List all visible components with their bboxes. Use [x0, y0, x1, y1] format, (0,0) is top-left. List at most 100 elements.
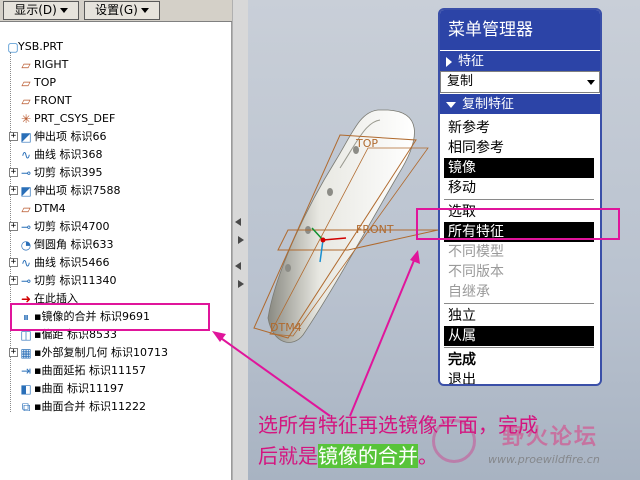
- section-feature-label: 特征: [458, 54, 485, 69]
- collapse-left-icon[interactable]: [235, 262, 241, 270]
- tree-item[interactable]: ▱ TOP: [4, 74, 228, 92]
- tree-item[interactable]: ▱ DTM4: [4, 200, 228, 218]
- cut-icon: ⊸: [20, 166, 32, 180]
- datum-dtm4-label: DTM4: [270, 321, 302, 334]
- expand-right-icon[interactable]: [238, 280, 244, 288]
- surface-icon: ◧: [20, 382, 32, 396]
- round-icon: ◔: [20, 238, 32, 252]
- tree-item[interactable]: ◧ ▪曲面 标识11197: [4, 380, 228, 398]
- tree-item[interactable]: + ⊸ 切剪 标识11340: [4, 272, 228, 290]
- collapse-left-icon[interactable]: [235, 218, 241, 226]
- menu-manager: 菜单管理器 特征 复制 复制特征 新参考 相同参考 镜像 移动 选取 所有特征 不同模型 不同…: [438, 8, 602, 386]
- expand-icon[interactable]: +: [9, 276, 18, 285]
- expand-icon[interactable]: +: [9, 132, 18, 141]
- tree-item[interactable]: ✳ PRT_CSYS_DEF: [4, 110, 228, 128]
- chevron-down-icon: [140, 8, 149, 13]
- triangle-down-icon: [446, 101, 456, 108]
- expand-icon[interactable]: +: [9, 168, 18, 177]
- tree-item-label: 倒圆角 标识633: [34, 238, 114, 251]
- tree-item-label: 切剪 标识4700: [34, 220, 110, 233]
- tree-item-label: 切剪 标识11340: [34, 274, 117, 287]
- menu-item[interactable]: 移动: [444, 178, 594, 198]
- menu-separator: [444, 347, 594, 348]
- tree-item-label: RIGHT: [34, 58, 69, 71]
- tree-item[interactable]: + ◩ 伸出项 标识66: [4, 128, 228, 146]
- section-feature-header[interactable]: 特征: [440, 50, 600, 71]
- menu-item: 自继承: [448, 284, 490, 300]
- expand-icon[interactable]: +: [9, 222, 18, 231]
- annotation-line-1: 选所有特征再选镜像平面，完成: [258, 413, 538, 437]
- tree-item[interactable]: ⧉ ▪曲面合并 标识11222: [4, 398, 228, 416]
- curve-icon: ∿: [20, 148, 32, 162]
- tree-item-label: ▪曲面延拓 标识11157: [34, 364, 146, 377]
- extend-icon: ⇥: [20, 364, 32, 378]
- tree-toolbar: 显示(D) 设置(G): [0, 0, 232, 22]
- csys-icon: ✳: [20, 112, 32, 126]
- annotation-suffix: 。: [418, 444, 438, 468]
- datum-plane-icon: ▱: [21, 202, 31, 216]
- menu-item[interactable]: 新参考: [444, 118, 594, 138]
- expand-icon[interactable]: +: [9, 186, 18, 195]
- menu-manager-title: 菜单管理器: [440, 10, 600, 50]
- tree-item[interactable]: + ∿ 曲线 标识5466: [4, 254, 228, 272]
- chevron-down-icon: [59, 8, 68, 13]
- tree-item-label: ▪外部复制几何 标识10713: [34, 346, 168, 359]
- menu-item[interactable]: 相同参考: [444, 138, 594, 158]
- menu-item: 不同版本: [448, 264, 504, 280]
- display-menu-button[interactable]: 显示(D): [3, 1, 79, 20]
- part-hole: [285, 264, 291, 272]
- model-tree-panel: 显示(D) 设置(G) ▢ YSB.PRT ▱ RIGHT ▱ TOP ▱ FRONT ✳ P…: [0, 0, 232, 480]
- menu-separator: [444, 303, 594, 304]
- tree-item[interactable]: + ⊸ 切剪 标识4700: [4, 218, 228, 236]
- tree-item-label: ▪曲面 标识11197: [34, 382, 124, 395]
- expand-right-icon[interactable]: [238, 236, 244, 244]
- datum-front-label: FRONT: [356, 223, 394, 236]
- section-copy-feature-header[interactable]: 复制特征: [440, 93, 600, 114]
- all-features-highlight-box: [416, 208, 620, 240]
- menu-item[interactable]: 独立: [444, 306, 594, 326]
- menu-item[interactable]: 从属: [444, 326, 594, 346]
- tree-item[interactable]: ◔ 倒圆角 标识633: [4, 236, 228, 254]
- tree-item[interactable]: ⇥ ▪曲面延拓 标识11157: [4, 362, 228, 380]
- cut-icon: ⊸: [20, 220, 32, 234]
- part-hole: [327, 188, 333, 196]
- tree-item-label: ▪曲面合并 标识11222: [34, 400, 146, 413]
- datum-top-label: TOP: [355, 137, 378, 150]
- tree-item-label: TOP: [34, 76, 57, 89]
- tree-item[interactable]: ∿ 曲线 标识368: [4, 146, 228, 164]
- triangle-right-icon: [446, 56, 452, 67]
- tree-item[interactable]: + ◩ 伸出项 标识7588: [4, 182, 228, 200]
- tree-item[interactable]: + ▦ ▪外部复制几何 标识10713: [4, 344, 228, 362]
- cut-icon: ⊸: [20, 274, 32, 288]
- annotation-text: 选所有特征再选镜像平面，完成 后就是镜像的合并。: [258, 410, 638, 472]
- curve-icon: ∿: [20, 256, 32, 270]
- tree-item-label: FRONT: [34, 94, 72, 107]
- mirror-merge-highlight-box: [10, 303, 210, 331]
- expand-icon[interactable]: +: [9, 258, 18, 267]
- menu-item: 不同模型: [448, 244, 504, 260]
- section-copy-feature-label: 复制特征: [462, 97, 515, 112]
- settings-menu-button[interactable]: 设置(G): [84, 1, 160, 20]
- tree-item[interactable]: ▱ FRONT: [4, 92, 228, 110]
- menu-separator: [444, 199, 594, 200]
- expand-icon[interactable]: +: [9, 348, 18, 357]
- tree-item[interactable]: + ⊸ 切剪 标识395: [4, 164, 228, 182]
- annotation-prefix: 后就是: [258, 444, 318, 468]
- annotation-line-2: 后就是镜像的合并。: [258, 441, 638, 472]
- tree-item-label: DTM4: [34, 202, 66, 215]
- tree-item[interactable]: ▱ RIGHT: [4, 56, 228, 74]
- annotation-highlight: 镜像的合并: [318, 444, 418, 468]
- menu-item[interactable]: 镜像: [444, 158, 594, 178]
- feature-action-value: 复制: [447, 74, 474, 89]
- menu-item[interactable]: 退出: [444, 370, 594, 384]
- feature-action-select[interactable]: 复制: [440, 71, 600, 93]
- settings-menu-label: 设置(G): [95, 3, 138, 17]
- tree-item-label: 伸出项 标识7588: [34, 184, 121, 197]
- display-menu-label: 显示(D): [14, 3, 57, 17]
- menu-item[interactable]: 完成: [444, 350, 594, 370]
- merge-icon: ⧉: [21, 400, 31, 414]
- tree-root-label: YSB.PRT: [18, 40, 63, 53]
- extrude-icon: ◩: [20, 130, 32, 144]
- panel-splitter[interactable]: [232, 0, 248, 480]
- tree-item-label: 曲线 标识5466: [34, 256, 110, 269]
